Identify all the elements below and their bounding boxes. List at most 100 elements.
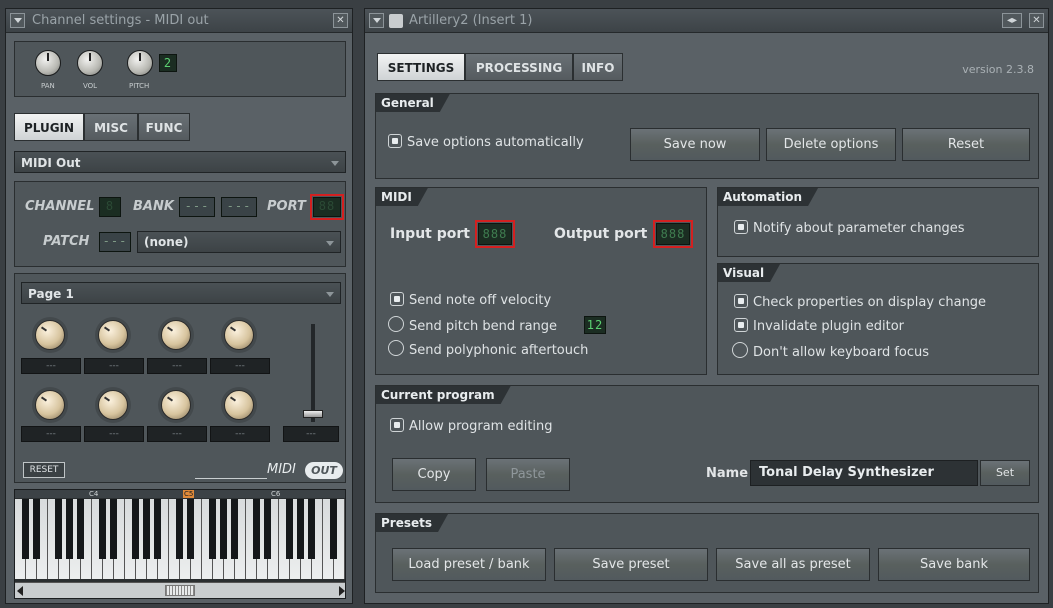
midi-knob-3[interactable]: [161, 320, 191, 350]
piano-black-key[interactable]: [132, 499, 139, 559]
check-props-label: Check properties on display change: [753, 295, 987, 310]
midi-knob-5[interactable]: [35, 390, 65, 420]
piano-black-key[interactable]: [22, 499, 29, 559]
slider-handle[interactable]: [303, 410, 323, 418]
current-program-title: Current program: [376, 386, 511, 404]
no-kb-focus-checkbox[interactable]: Don't allow keyboard focus: [732, 342, 929, 362]
artillery-titlebar[interactable]: Artillery2 (Insert 1) ◂▸ ✕: [365, 9, 1048, 33]
piano-black-key[interactable]: [297, 499, 304, 559]
vol-knob[interactable]: [77, 50, 103, 76]
midi-knob-8[interactable]: [224, 390, 254, 420]
piano-black-key[interactable]: [330, 499, 337, 559]
knob-value-6: ---: [84, 426, 144, 442]
piano-black-key[interactable]: [55, 499, 62, 559]
piano-black-key[interactable]: [110, 499, 117, 559]
patch-select[interactable]: (none): [137, 231, 341, 253]
check-props-checkbox[interactable]: Check properties on display change: [734, 294, 986, 312]
tab-misc[interactable]: MISC: [84, 113, 138, 141]
scroll-thumb[interactable]: [165, 585, 195, 596]
piano-black-key[interactable]: [33, 499, 40, 559]
delete-options-button[interactable]: Delete options: [766, 128, 896, 161]
detach-arrows-icon[interactable]: ◂▸: [1002, 13, 1022, 28]
set-name-button[interactable]: Set: [980, 460, 1030, 486]
piano-black-key[interactable]: [231, 499, 238, 559]
scroll-right-icon[interactable]: [339, 586, 345, 596]
output-port-lcd[interactable]: 888: [653, 220, 693, 248]
reset-button[interactable]: Reset: [902, 128, 1030, 161]
send-poly-aftertouch-checkbox[interactable]: Send polyphonic aftertouch: [388, 340, 588, 360]
piano-black-key[interactable]: [143, 499, 150, 559]
notify-param-changes-label: Notify about parameter changes: [753, 221, 965, 236]
save-bank-button[interactable]: Save bank: [878, 548, 1030, 581]
window-menu-icon[interactable]: [369, 13, 384, 28]
send-pitch-bend-checkbox[interactable]: Send pitch bend range: [388, 316, 557, 336]
input-port-lcd[interactable]: 888: [475, 220, 515, 248]
piano-keyboard[interactable]: C4 C5 C6: [14, 489, 346, 599]
save-preset-button[interactable]: Save preset: [554, 548, 708, 581]
midi-logo-text: MIDI: [267, 462, 296, 477]
tab-info[interactable]: INFO: [573, 53, 623, 81]
midi-knob-7[interactable]: [161, 390, 191, 420]
pan-knob[interactable]: [35, 50, 61, 76]
send-note-off-checkbox[interactable]: Send note off velocity: [390, 292, 551, 310]
page-select[interactable]: Page 1: [21, 282, 341, 304]
midi-knob-4[interactable]: [224, 320, 254, 350]
plugin-select[interactable]: MIDI Out: [14, 151, 346, 173]
piano-black-key[interactable]: [176, 499, 183, 559]
piano-black-key[interactable]: [209, 499, 216, 559]
piano-black-key[interactable]: [66, 499, 73, 559]
load-preset-bank-button[interactable]: Load preset / bank: [392, 548, 546, 581]
tab-settings[interactable]: SETTINGS: [377, 53, 465, 81]
reset-button[interactable]: RESET: [23, 462, 65, 478]
piano-black-key[interactable]: [220, 499, 227, 559]
piano-black-key[interactable]: [187, 499, 194, 559]
pitch-bend-lcd[interactable]: 12: [584, 316, 606, 334]
checkbox-icon: [390, 292, 404, 306]
invalidate-editor-checkbox[interactable]: Invalidate plugin editor: [734, 318, 904, 336]
program-name-field[interactable]: Tonal Delay Synthesizer: [750, 460, 978, 486]
name-label: Name: [706, 466, 749, 481]
checkbox-icon: [388, 340, 404, 356]
save-all-as-preset-button[interactable]: Save all as preset: [716, 548, 870, 581]
keyboard-scrollbar[interactable]: [15, 582, 345, 598]
output-port-label: Output port: [554, 226, 648, 242]
piano-black-key[interactable]: [253, 499, 260, 559]
window-menu-icon[interactable]: [10, 13, 25, 28]
visual-panel: Visual Check properties on display chang…: [717, 263, 1039, 375]
piano-black-key[interactable]: [308, 499, 315, 559]
invalidate-editor-label: Invalidate plugin editor: [753, 319, 904, 334]
midi-knob-1[interactable]: [35, 320, 65, 350]
midi-knob-6[interactable]: [98, 390, 128, 420]
allow-program-editing-checkbox[interactable]: Allow program editing: [390, 418, 553, 436]
scroll-left-icon[interactable]: [17, 586, 23, 596]
piano-black-key[interactable]: [77, 499, 84, 559]
automation-panel: Automation Notify about parameter change…: [717, 187, 1039, 257]
allow-program-editing-label: Allow program editing: [409, 419, 553, 434]
midi-knob-2[interactable]: [98, 320, 128, 350]
knob-value-4: ---: [210, 358, 270, 374]
logo-underline: [195, 478, 267, 479]
tab-func[interactable]: FUNC: [138, 113, 190, 141]
channel-settings-titlebar[interactable]: Channel settings - MIDI out ✕: [6, 9, 352, 33]
patch-lcd[interactable]: ---: [99, 232, 131, 252]
piano-black-key[interactable]: [154, 499, 161, 559]
close-icon[interactable]: ✕: [1029, 13, 1044, 28]
tab-processing[interactable]: PROCESSING: [465, 53, 573, 81]
paste-button[interactable]: Paste: [486, 458, 570, 491]
bank-lsb-lcd[interactable]: ---: [221, 197, 257, 217]
channel-lcd[interactable]: 8: [99, 197, 121, 217]
channel-label: CHANNEL: [25, 199, 95, 214]
copy-button[interactable]: Copy: [392, 458, 476, 491]
notify-param-changes-checkbox[interactable]: Notify about parameter changes: [734, 220, 965, 238]
save-now-button[interactable]: Save now: [630, 128, 760, 161]
save-options-auto-checkbox[interactable]: Save options automatically: [388, 134, 584, 152]
bank-msb-lcd[interactable]: ---: [179, 197, 215, 217]
piano-black-key[interactable]: [286, 499, 293, 559]
piano-black-key[interactable]: [264, 499, 271, 559]
port-lcd[interactable]: 88: [310, 194, 344, 220]
tab-plugin[interactable]: PLUGIN: [14, 113, 84, 141]
keys-container[interactable]: [15, 499, 345, 579]
close-icon[interactable]: ✕: [333, 13, 348, 28]
pitch-knob[interactable]: [127, 50, 153, 76]
piano-black-key[interactable]: [99, 499, 106, 559]
